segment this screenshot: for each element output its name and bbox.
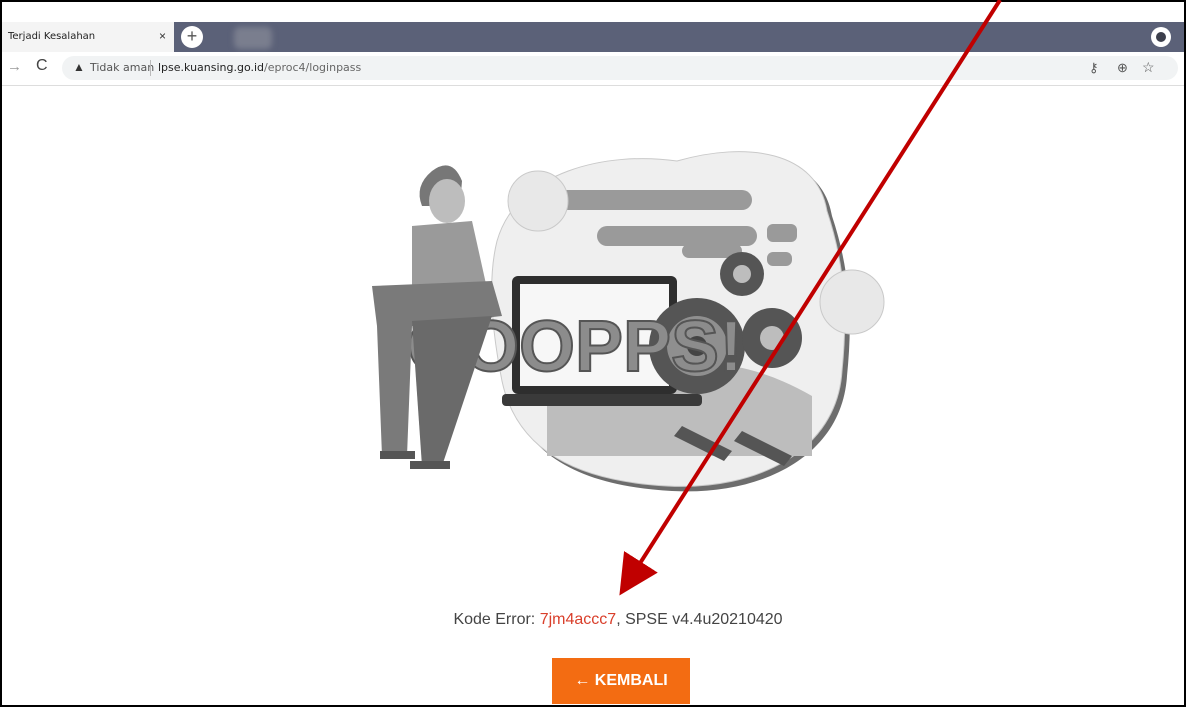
new-tab-button[interactable]: +: [181, 26, 203, 48]
browser-tab[interactable]: Terjadi Kesalahan ×: [2, 22, 174, 52]
error-prefix: Kode Error:: [453, 611, 540, 628]
zoom-icon[interactable]: ⊕: [1117, 60, 1128, 76]
screenshot-frame: Terjadi Kesalahan × + → C ▲ Tidak aman l…: [0, 0, 1186, 707]
page-content: OOOPPS! Kode Error: 7jm4accc7, SPSE v4.4…: [2, 86, 1184, 705]
key-icon[interactable]: ⚷: [1089, 60, 1099, 76]
error-version: , SPSE v4.4u20210420: [616, 611, 783, 628]
security-label: Tidak aman: [90, 61, 155, 74]
url-host: lpse.kuansing.go.id: [158, 61, 265, 74]
warning-icon: ▲: [73, 60, 85, 74]
browser-toolbar: → C ▲ Tidak aman lpse.kuansing.go.id/epr…: [2, 52, 1184, 86]
tab-close-icon[interactable]: ×: [159, 29, 166, 43]
oops-illustration: OOOPPS!: [372, 151, 885, 492]
error-code: 7jm4accc7: [539, 611, 617, 628]
forward-icon[interactable]: →: [7, 58, 22, 75]
blurred-tab-icon: [234, 27, 272, 49]
tab-strip: [2, 22, 1184, 52]
bookmark-star-icon[interactable]: ☆: [1142, 59, 1155, 76]
profile-icon[interactable]: [1151, 27, 1171, 47]
top-margin: [2, 2, 1184, 22]
back-button[interactable]: ← KEMBALI: [552, 658, 690, 704]
url-text[interactable]: lpse.kuansing.go.id/eproc4/loginpass: [158, 61, 361, 74]
reload-icon[interactable]: C: [36, 57, 48, 75]
address-bar[interactable]: ▲ Tidak aman lpse.kuansing.go.id/eproc4/…: [62, 56, 1178, 80]
address-separator: [150, 60, 151, 76]
tab-title: Terjadi Kesalahan: [8, 31, 96, 42]
url-path: /eproc4/loginpass: [264, 61, 362, 74]
error-message: Kode Error: 7jm4accc7, SPSE v4.4u2021042…: [2, 611, 1184, 629]
